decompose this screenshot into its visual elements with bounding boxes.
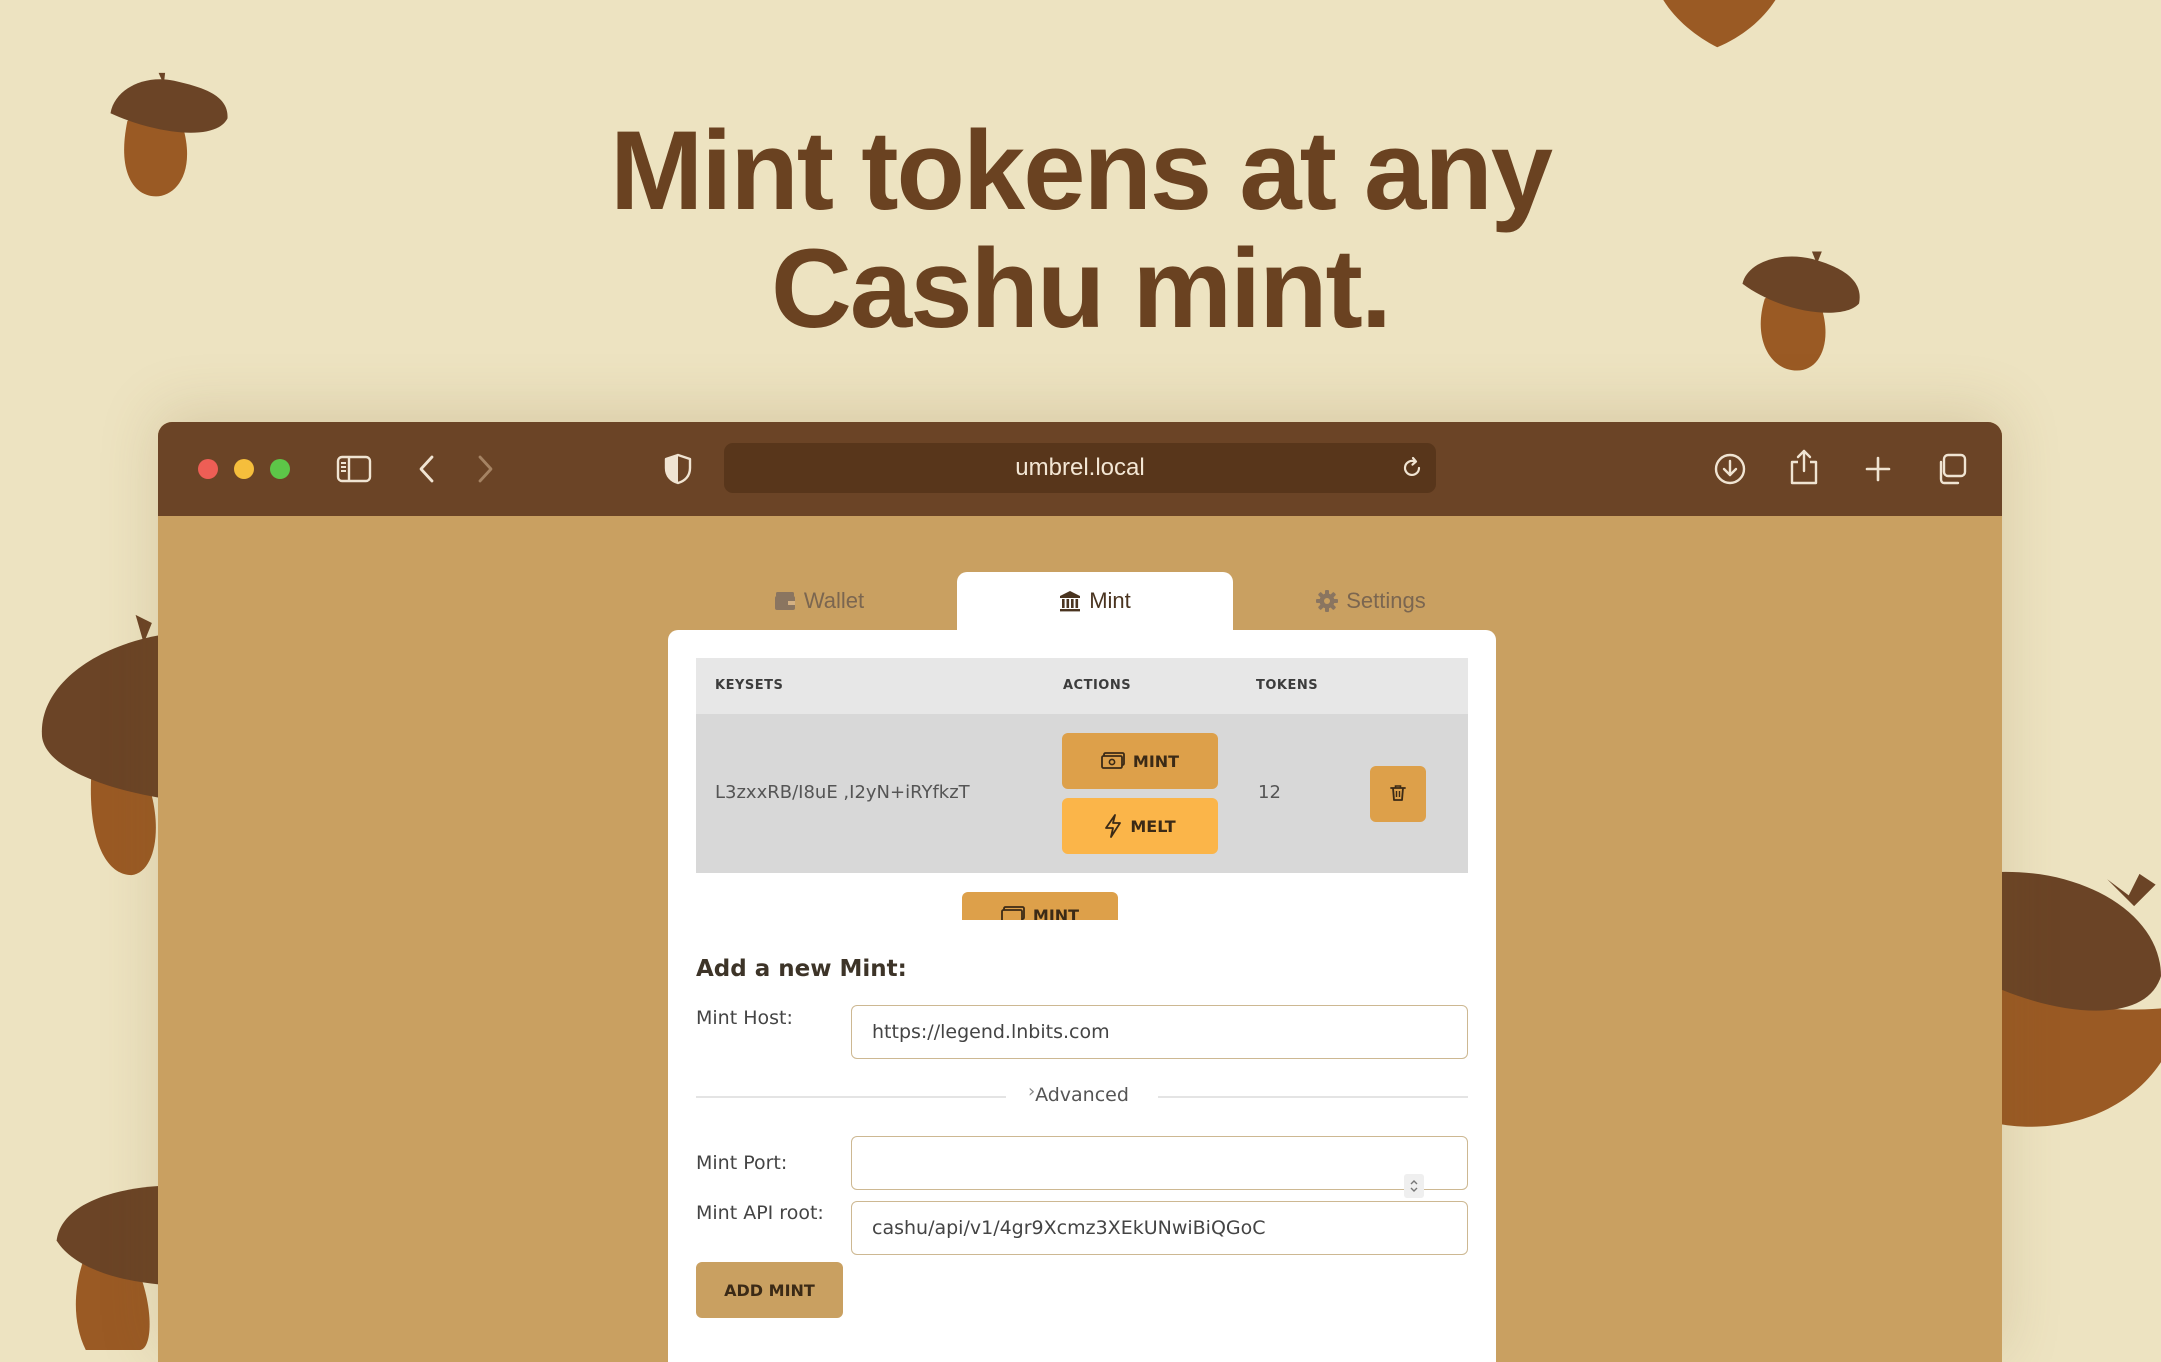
- zoom-window-button[interactable]: [270, 459, 290, 479]
- mint-button[interactable]: MINT: [1062, 733, 1218, 789]
- page-headline: Mint tokens at any Cashu mint.: [0, 112, 2161, 348]
- headline-line-1: Mint tokens at any: [609, 108, 1553, 233]
- tokens-column-header: TOKENS: [1256, 678, 1319, 693]
- gear-icon: [1316, 590, 1339, 612]
- minimize-window-button[interactable]: [234, 459, 254, 479]
- cash-icon: [1101, 752, 1125, 770]
- shield-icon[interactable]: [664, 453, 692, 485]
- tab-wallet[interactable]: Wallet: [681, 572, 957, 630]
- mint-host-input[interactable]: [851, 1005, 1468, 1059]
- address-bar[interactable]: umbrel.local: [724, 443, 1436, 493]
- tab-wallet-label: Wallet: [803, 588, 865, 613]
- cash-icon: [1001, 906, 1025, 920]
- tab-mint[interactable]: Mint: [957, 572, 1233, 630]
- melt-button-label: MELT: [1130, 816, 1176, 836]
- mint-button-label: MINT: [1132, 751, 1180, 771]
- token-count: 12: [1258, 782, 1281, 803]
- mint-api-root-label: Mint API root:: [696, 1202, 824, 1224]
- acorn-decoration-left-middle: [41, 614, 160, 876]
- mint-port-input[interactable]: [851, 1136, 1468, 1190]
- port-stepper-icon[interactable]: [1404, 1174, 1424, 1198]
- keyset-id: L3zxxRB/I8uE ,I2yN+iRYfkzT: [715, 782, 970, 803]
- wallet-icon: [774, 591, 796, 611]
- bank-icon: [1059, 590, 1081, 612]
- melt-button[interactable]: MELT: [1062, 798, 1218, 854]
- table-row: L3zxxRB/I8uE ,I2yN+iRYfkzT MINT MELT 12: [696, 714, 1468, 873]
- lightning-icon: [1104, 814, 1122, 838]
- download-icon[interactable]: [1713, 452, 1747, 486]
- tab-mint-label: Mint: [1089, 588, 1131, 613]
- headline-line-2: Cashu mint.: [771, 226, 1392, 351]
- mint-button-partial[interactable]: MINT: [962, 892, 1118, 920]
- mint-port-label: Mint Port:: [696, 1152, 788, 1174]
- actions-column-header: ACTIONS: [1063, 678, 1132, 693]
- advanced-toggle[interactable]: Advanced: [668, 1084, 1496, 1106]
- browser-window: umbrel.local Wallet Mint Settings KEYSET…: [158, 422, 2002, 1362]
- browser-titlebar: umbrel.local: [158, 422, 2002, 516]
- tab-settings-label: Settings: [1346, 588, 1426, 613]
- mint-api-root-input[interactable]: [851, 1201, 1468, 1255]
- forward-icon[interactable]: [474, 454, 496, 484]
- tabs-overview-icon[interactable]: [1934, 452, 1968, 486]
- mint-button-partial-label: MINT: [1032, 906, 1080, 920]
- partial-table-row: MINT: [962, 892, 1118, 920]
- app-tabs: Wallet Mint Settings: [681, 572, 1509, 630]
- keysets-column-header: KEYSETS: [715, 678, 784, 693]
- sidebar-icon[interactable]: [336, 454, 372, 484]
- url-text: umbrel.local: [1015, 454, 1145, 481]
- add-mint-heading: Add a new Mint:: [696, 956, 907, 982]
- mint-host-label: Mint Host:: [696, 1007, 793, 1029]
- reload-icon[interactable]: [1400, 456, 1424, 480]
- share-icon[interactable]: [1788, 448, 1820, 486]
- acorn-decoration-left-bottom: [56, 1186, 159, 1350]
- keysets-table-header: KEYSETS ACTIONS TOKENS: [696, 658, 1468, 714]
- tab-settings[interactable]: Settings: [1233, 572, 1509, 630]
- close-window-button[interactable]: [198, 459, 218, 479]
- trash-icon: [1390, 784, 1406, 805]
- new-tab-icon[interactable]: [1864, 455, 1892, 483]
- back-icon[interactable]: [416, 454, 438, 484]
- mint-panel: KEYSETS ACTIONS TOKENS L3zxxRB/I8uE ,I2y…: [668, 630, 1496, 1362]
- acorn-decoration-top-right: [1663, 0, 1776, 48]
- add-mint-button[interactable]: ADD MINT: [696, 1262, 843, 1318]
- delete-keyset-button[interactable]: [1370, 766, 1426, 822]
